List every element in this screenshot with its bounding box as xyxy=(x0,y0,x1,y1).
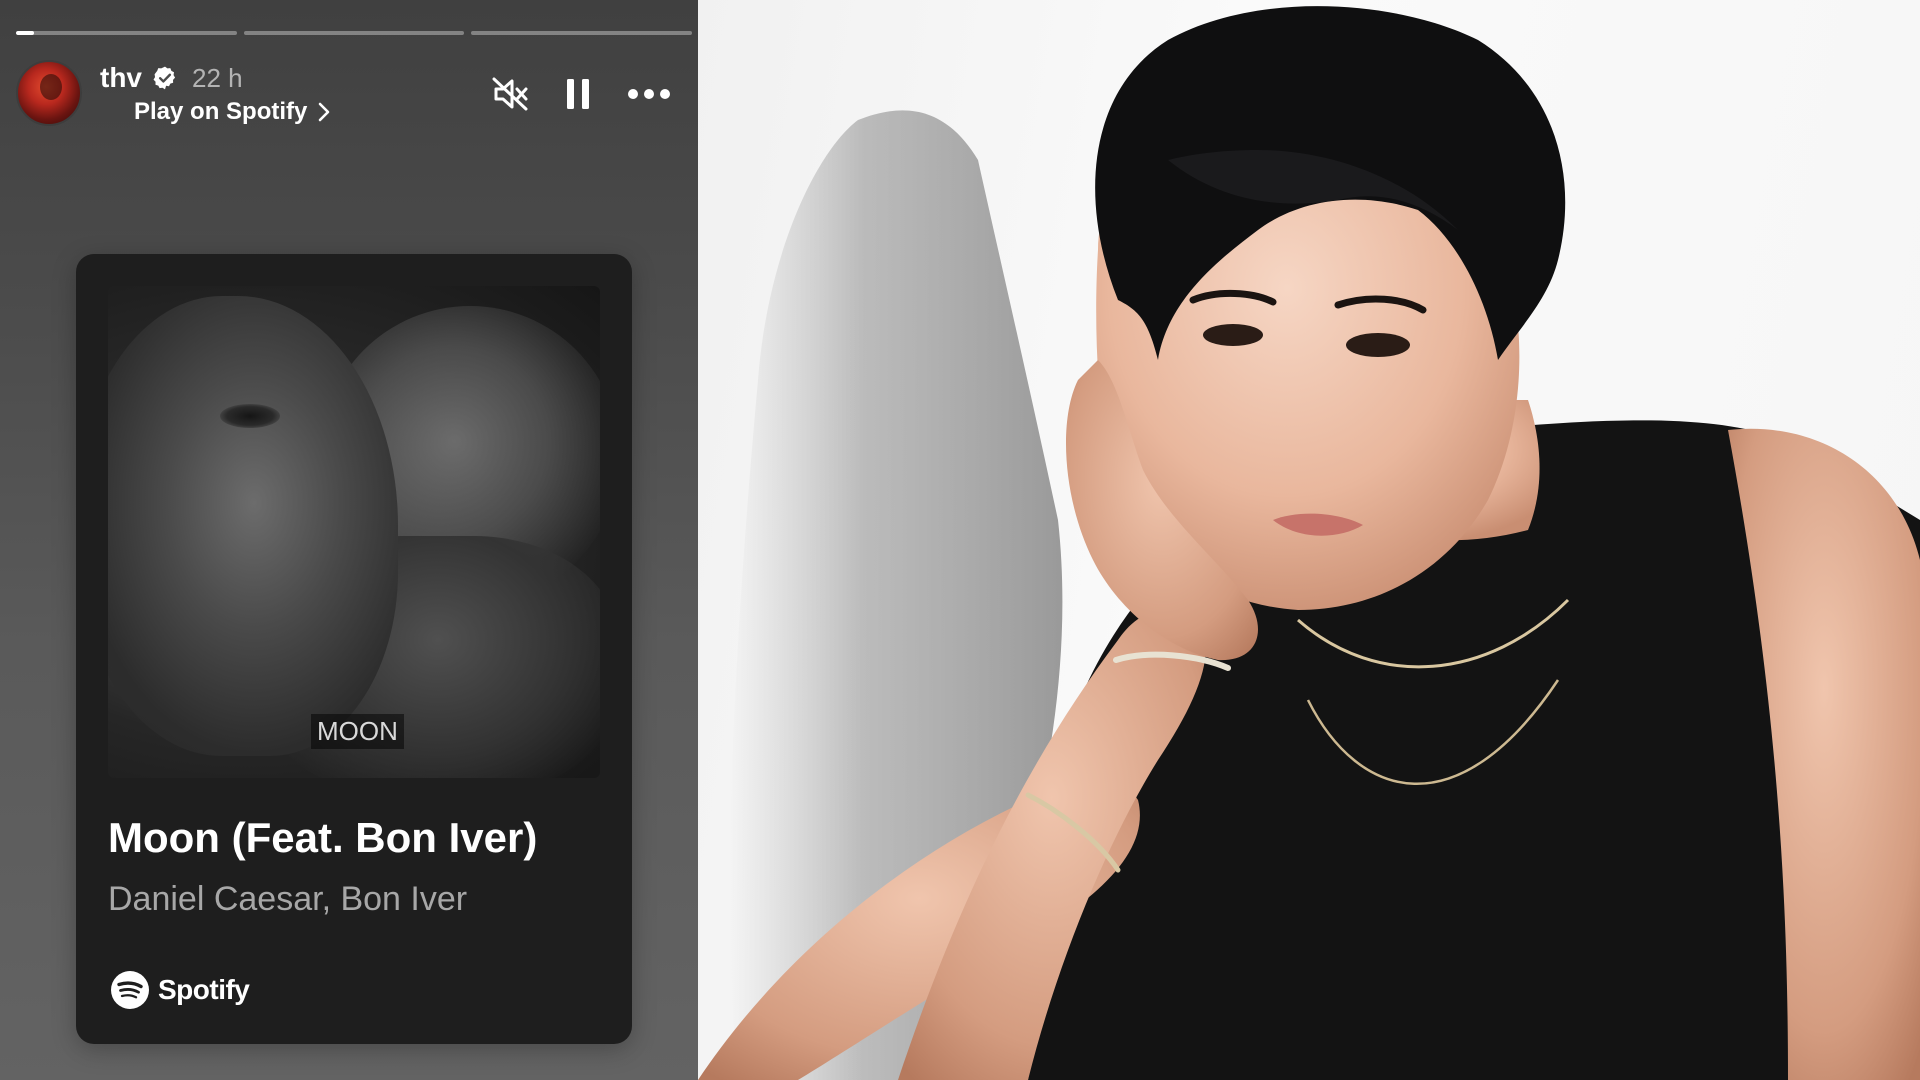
album-cover: MOON xyxy=(108,286,600,778)
pause-icon xyxy=(567,79,589,109)
spotify-logo-icon xyxy=(111,971,149,1009)
spotify-track-card[interactable]: MOON Moon (Feat. Bon Iver) Daniel Caesar… xyxy=(76,254,632,1044)
user-info: thv 22 h xyxy=(100,62,243,94)
speaker-muted-icon xyxy=(492,77,528,111)
username[interactable]: thv xyxy=(100,62,142,94)
post-time: 22 h xyxy=(192,62,243,93)
progress-segment xyxy=(16,31,237,35)
spotify-brand-label: Spotify xyxy=(158,974,250,1005)
track-artists: Daniel Caesar, Bon Iver xyxy=(108,880,468,918)
cover-eye xyxy=(220,404,280,428)
play-on-spotify-label: Play on Spotify xyxy=(134,98,308,125)
avatar[interactable] xyxy=(16,60,82,126)
more-horizontal-icon xyxy=(628,89,670,99)
spotify-brand[interactable]: Spotify xyxy=(110,970,250,1010)
progress-fill xyxy=(16,31,34,35)
portrait-illustration xyxy=(698,6,1920,1080)
album-cover-title: MOON xyxy=(311,714,404,749)
verified-badge-icon xyxy=(153,66,176,90)
progress-segment xyxy=(471,31,693,35)
progress-segment xyxy=(243,31,465,35)
right-eye xyxy=(1346,333,1410,357)
story-header: thv 22 h Play on Spotify xyxy=(16,58,682,130)
portrait-photo xyxy=(698,0,1920,1080)
pause-button[interactable] xyxy=(556,72,600,116)
play-on-spotify-link[interactable]: Play on Spotify xyxy=(134,98,331,126)
more-options-button[interactable] xyxy=(624,72,674,116)
mute-button[interactable] xyxy=(488,72,532,116)
story-viewer: thv 22 h Play on Spotify MOON Moon (Feat… xyxy=(0,0,698,1080)
chevron-right-icon xyxy=(319,102,330,122)
left-eye xyxy=(1203,324,1263,346)
track-title: Moon (Feat. Bon Iver) xyxy=(108,814,538,861)
story-progress-bar xyxy=(16,31,693,35)
